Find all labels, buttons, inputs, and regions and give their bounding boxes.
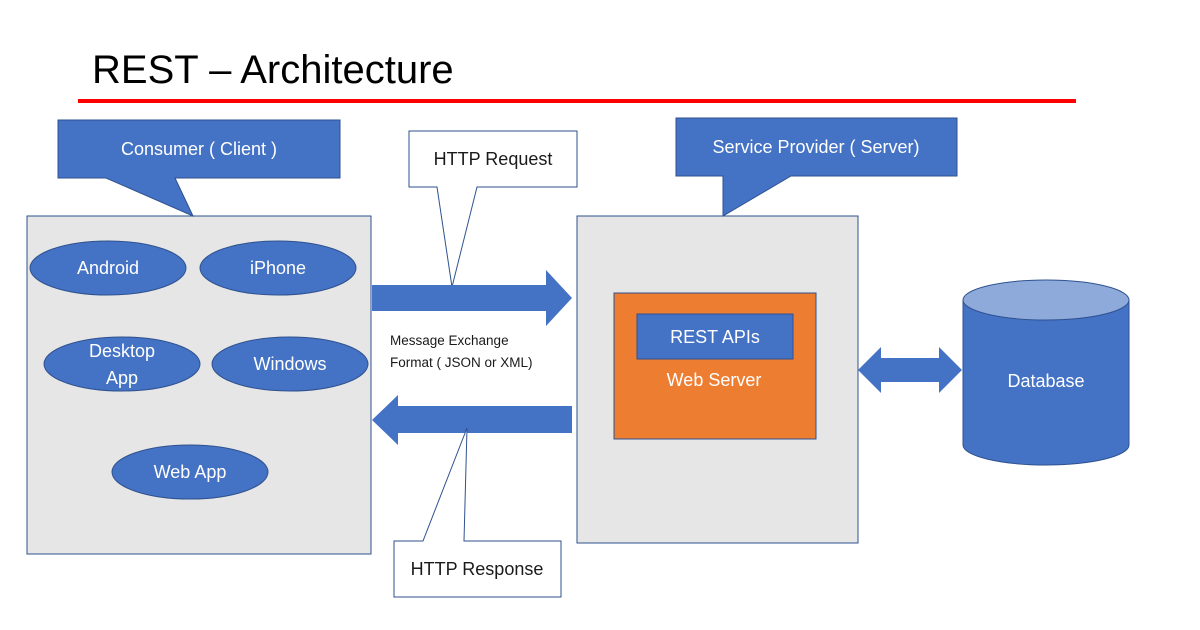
http-request-label: HTTP Request	[434, 149, 553, 169]
database-label: Database	[1007, 371, 1084, 391]
app-android-label: Android	[77, 258, 139, 278]
rest-apis[interactable]: REST APIs	[636, 313, 794, 360]
request-arrow-icon	[372, 270, 572, 326]
title-underline	[78, 99, 1076, 103]
app-desktop[interactable]: Desktop App	[43, 336, 201, 392]
server-callout-label: Service Provider ( Server)	[712, 137, 919, 157]
rest-apis-label: REST APIs	[670, 327, 760, 347]
server-callout	[675, 117, 958, 217]
database-top	[962, 279, 1130, 321]
bidirectional-arrow-icon	[858, 347, 962, 393]
app-desktop-label-line1: Desktop	[89, 341, 155, 361]
page-title: REST – Architecture	[92, 48, 454, 92]
http-response-label: HTTP Response	[411, 559, 544, 579]
response-arrow-icon	[372, 395, 572, 445]
app-iphone-label: iPhone	[250, 258, 306, 278]
app-windows-label: Windows	[253, 354, 326, 374]
client-callout	[57, 119, 341, 217]
client-callout-label: Consumer ( Client )	[121, 139, 277, 159]
database[interactable]: Database	[962, 279, 1130, 466]
app-iphone[interactable]: iPhone	[199, 240, 357, 296]
app-windows[interactable]: Windows	[211, 336, 369, 392]
web-server-label: Web Server	[667, 370, 762, 390]
app-web[interactable]: Web App	[111, 444, 269, 500]
app-desktop-label-line2: App	[106, 368, 138, 388]
app-android[interactable]: Android	[29, 240, 187, 296]
message-format-line2: Format ( JSON or XML)	[390, 355, 533, 370]
app-web-label: Web App	[154, 462, 227, 482]
rest-architecture-diagram: REST – Architecture Consumer ( Client ) …	[26, 48, 1130, 598]
message-format-line1: Message Exchange	[390, 333, 509, 348]
